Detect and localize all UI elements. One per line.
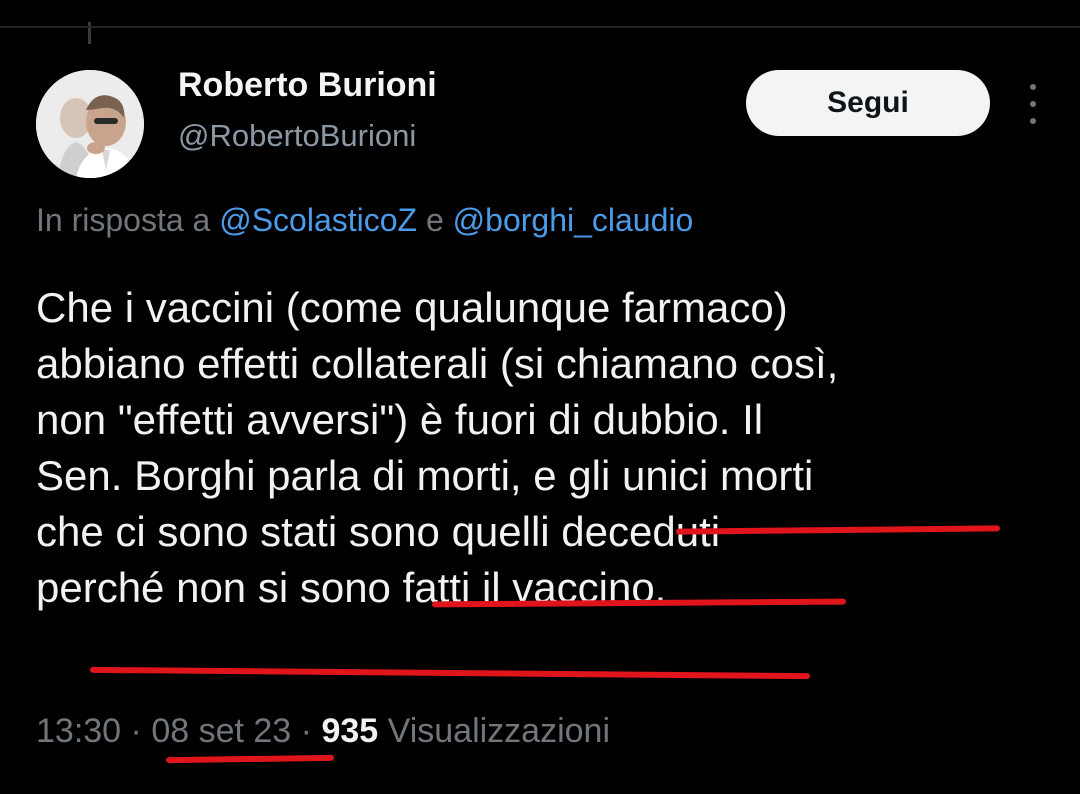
tweet-line: perché non si sono fatti il vaccino. [36, 564, 667, 611]
tweet-time[interactable]: 13:30 [36, 712, 121, 750]
tweet-text: Che i vaccini (come qualunque farmaco) a… [36, 280, 1046, 616]
tweet-line: non "effetti avversi") è fuori di dubbio… [36, 396, 764, 443]
tweet-segment: che ci sono stati [36, 508, 349, 555]
tweet-line: Sen. Borghi parla di morti, e gli unici … [36, 448, 1046, 504]
reply-conj: e [425, 202, 444, 238]
red-underline [89, 666, 811, 680]
mention-link[interactable]: @borghi_claudio [453, 202, 694, 238]
tweet-date[interactable]: 08 set 23 [151, 712, 291, 750]
avatar-photo [36, 70, 144, 178]
more-vertical-icon[interactable] [1018, 84, 1048, 124]
tweet-segment: Sen. Borghi parla di morti, e [36, 452, 569, 499]
separator: · [300, 712, 312, 750]
reply-context: In risposta a @ScolasticoZ e @borghi_cla… [36, 202, 693, 239]
dot [1030, 84, 1036, 90]
views-label: Visualizzazioni [387, 712, 611, 750]
follow-button[interactable]: Segui [746, 70, 990, 136]
avatar[interactable] [36, 70, 144, 178]
dot [1030, 118, 1036, 124]
dot [1030, 101, 1036, 107]
tweet-segment: sono quelli deceduti [348, 508, 721, 555]
red-underline [165, 754, 335, 764]
mention-link[interactable]: @ScolasticoZ [219, 202, 417, 238]
views-count: 935 [321, 712, 379, 750]
separator: · [130, 712, 142, 750]
reply-prefix: In risposta a [36, 202, 211, 238]
divider [0, 26, 1080, 28]
tweet-line: abbiano effetti collaterali (si chiamano… [36, 340, 839, 387]
tweet-line: Che i vaccini (come qualunque farmaco) [36, 284, 788, 331]
author-handle[interactable]: @RobertoBurioni [178, 118, 416, 154]
tweet-segment: gli unici morti [568, 452, 814, 499]
top-frame [0, 0, 1080, 44]
author-name[interactable]: Roberto Burioni [178, 66, 437, 105]
tweet-meta: 13:30 · 08 set 23 · 935 Visualizzazioni [36, 712, 610, 751]
